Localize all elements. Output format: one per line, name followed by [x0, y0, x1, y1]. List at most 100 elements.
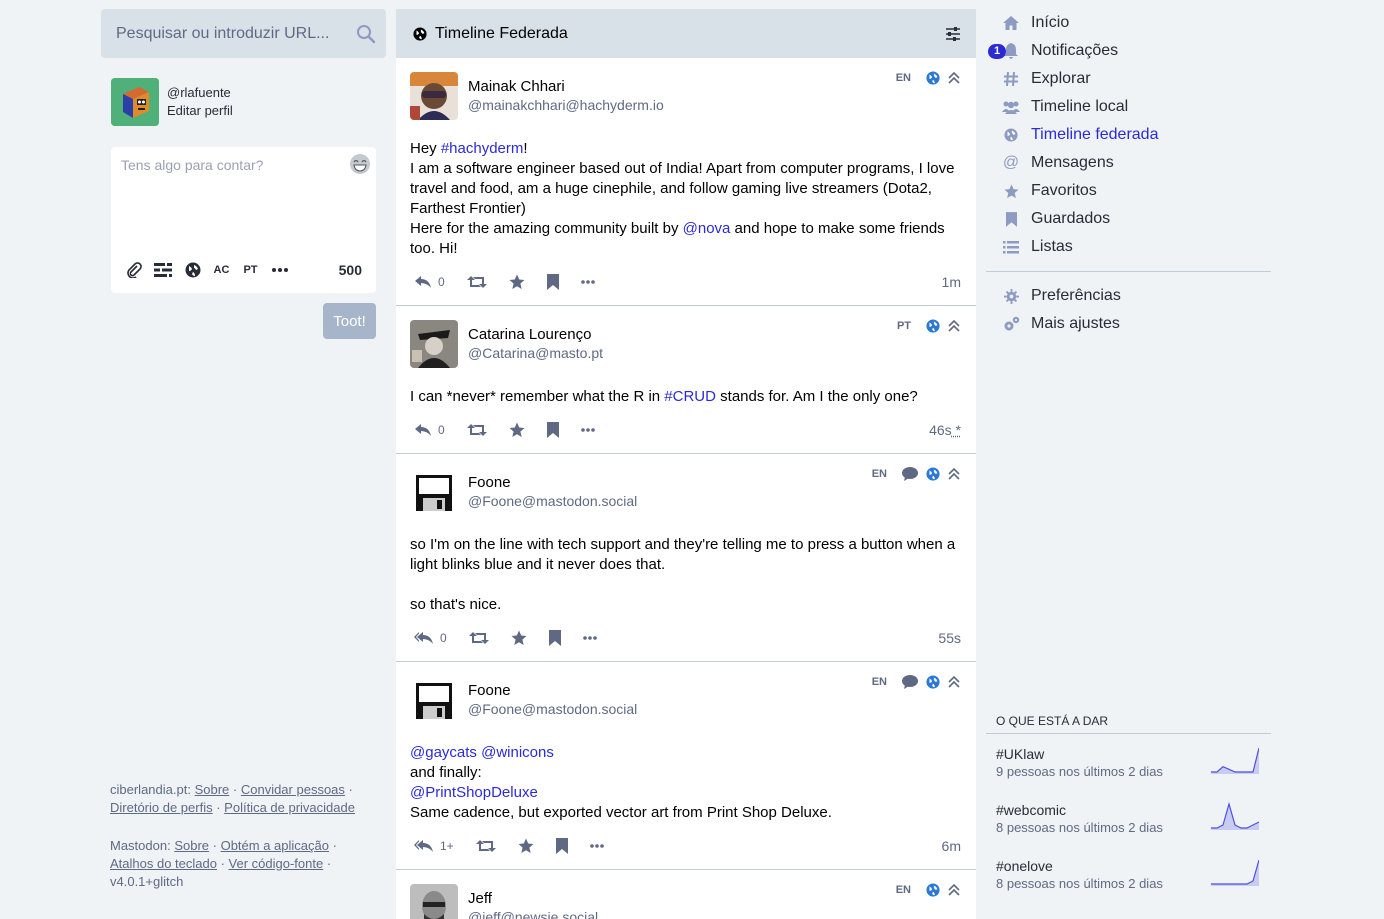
collapse-chevron-icon[interactable] — [948, 468, 960, 480]
account-handle[interactable]: @Catarina@masto.pt — [468, 344, 603, 362]
status-timestamp[interactable]: 6m — [942, 838, 961, 854]
column-settings-icon[interactable] — [945, 26, 961, 42]
footer-source-link[interactable]: Ver código-fonte — [229, 856, 324, 871]
status-card[interactable]: Foone @Foone@mastodon.social EN so I'm o… — [396, 454, 976, 662]
users-icon — [1002, 98, 1020, 116]
status-timestamp[interactable]: 55s — [938, 630, 961, 646]
display-name[interactable]: Mainak Chhari — [468, 78, 664, 96]
account-handle[interactable]: @Foone@mastodon.social — [468, 492, 637, 510]
more-icon[interactable] — [580, 280, 595, 284]
more-icon[interactable] — [589, 844, 604, 848]
display-name[interactable]: Jeff — [468, 890, 598, 908]
more-icon[interactable] — [582, 636, 597, 640]
trend-item[interactable]: #webcomic 8 pessoas nos últimos 2 dias — [986, 790, 1271, 846]
hashtag-link[interactable]: #CRUD — [664, 388, 716, 405]
hashtag-link[interactable]: #hachyderm — [441, 140, 524, 157]
nav-home[interactable]: Início — [986, 9, 1271, 37]
boost-icon[interactable] — [468, 631, 489, 645]
avatar[interactable] — [410, 320, 458, 368]
status-card[interactable]: Foone @Foone@mastodon.social EN @gaycats… — [396, 662, 976, 870]
nav-bookmarks[interactable]: Guardados — [986, 205, 1271, 233]
bookmark-icon[interactable] — [548, 630, 561, 646]
reply-button[interactable]: 0 — [414, 423, 445, 437]
collapse-chevron-icon[interactable] — [948, 72, 960, 84]
globe-privacy-icon[interactable] — [184, 261, 201, 279]
account-handle[interactable]: @jeff@newsie.social — [468, 908, 598, 919]
footer-shortcuts-link[interactable]: Atalhos do teclado — [110, 856, 217, 871]
avatar[interactable] — [410, 676, 458, 724]
column-title: Timeline Federada — [435, 24, 568, 42]
account-handle[interactable]: @Foone@mastodon.social — [468, 700, 637, 718]
avatar[interactable] — [111, 78, 159, 126]
trend-item[interactable]: #onelove 8 pessoas nos últimos 2 dias — [986, 846, 1271, 902]
edit-profile-link[interactable]: Editar perfil — [167, 102, 233, 120]
favourite-star-icon[interactable] — [511, 630, 527, 646]
favourite-star-icon[interactable] — [518, 838, 534, 854]
account-info: @rlafuente Editar perfil — [167, 84, 233, 120]
status-timestamp[interactable]: 1m — [942, 274, 961, 290]
nav-lists[interactable]: Listas — [986, 233, 1271, 261]
sparkline-line — [1211, 747, 1259, 773]
mention-link[interactable]: @winicons — [481, 744, 554, 761]
avatar[interactable] — [410, 884, 458, 919]
favourite-star-icon[interactable] — [509, 422, 525, 438]
mention-link[interactable]: @nova — [683, 220, 731, 237]
display-name[interactable]: Catarina Lourenço — [468, 326, 603, 344]
collapse-chevron-icon[interactable] — [948, 676, 960, 688]
reply-button[interactable]: 0 — [414, 275, 445, 289]
footer-about-link[interactable]: Sobre — [195, 782, 230, 797]
compose-textarea[interactable] — [111, 147, 376, 247]
favourite-star-icon[interactable] — [509, 274, 525, 290]
more-icon[interactable] — [580, 428, 595, 432]
public-visibility-icon — [926, 319, 940, 333]
account-handle[interactable]: @rlafuente — [167, 84, 233, 102]
footer-directory-link[interactable]: Diretório de perfis — [110, 800, 213, 815]
boost-icon[interactable] — [466, 423, 487, 437]
footer-invite-link[interactable]: Convidar pessoas — [241, 782, 345, 797]
column-header[interactable]: Timeline Federada — [396, 9, 976, 58]
status-timestamp[interactable]: 46s * — [929, 422, 961, 438]
mention-link[interactable]: @PrintShopDeluxe — [410, 784, 538, 801]
footer-mastodon-about-link[interactable]: Sobre — [174, 838, 209, 853]
status-card[interactable]: Catarina Lourenço @Catarina@masto.pt PT … — [396, 306, 976, 454]
reply-all-button[interactable]: 0 — [414, 631, 447, 645]
poll-icon[interactable] — [154, 261, 172, 279]
nav-lists-label: Listas — [1031, 238, 1073, 255]
attachment-icon[interactable] — [125, 261, 142, 279]
nav-explore[interactable]: Explorar — [986, 65, 1271, 93]
language-button[interactable]: PT — [242, 261, 259, 279]
footer-get-app-link[interactable]: Obtém a aplicação — [221, 838, 329, 853]
avatar[interactable] — [410, 468, 458, 516]
nav-favourites[interactable]: Favoritos — [986, 177, 1271, 205]
boost-icon[interactable] — [475, 839, 496, 853]
search-input[interactable] — [101, 9, 386, 58]
nav-notifications[interactable]: 1 Notificações — [986, 37, 1271, 65]
search-icon[interactable] — [356, 24, 376, 44]
collapse-chevron-icon[interactable] — [948, 884, 960, 896]
nav-local-timeline[interactable]: Timeline local — [986, 93, 1271, 121]
account-handle[interactable]: @mainakchhari@hachyderm.io — [468, 96, 664, 114]
collapse-chevron-icon[interactable] — [948, 320, 960, 332]
status-card[interactable]: Jeff @jeff@newsie.social EN — [396, 870, 976, 919]
nav-messages[interactable]: @ Mensagens — [986, 149, 1271, 177]
emoji-picker-icon[interactable] — [349, 153, 371, 175]
display-name[interactable]: Foone — [468, 682, 637, 700]
nav-more-settings[interactable]: Mais ajustes — [986, 310, 1271, 338]
nav-federated-timeline[interactable]: Timeline federada — [986, 121, 1271, 149]
more-options-icon[interactable] — [271, 261, 288, 279]
bookmark-icon[interactable] — [546, 422, 559, 438]
nav-preferences[interactable]: Preferências — [986, 282, 1271, 310]
display-name[interactable]: Foone — [468, 474, 637, 492]
trend-item[interactable]: #UKlaw 9 pessoas nos últimos 2 dias — [986, 734, 1271, 790]
bookmark-icon[interactable] — [555, 838, 568, 854]
content-warning-button[interactable]: AC — [213, 261, 230, 279]
edited-indicator[interactable]: * — [952, 422, 961, 438]
mention-link[interactable]: @gaycats — [410, 744, 477, 761]
toot-button[interactable]: Toot! — [323, 303, 376, 339]
reply-all-button[interactable]: 1+ — [414, 839, 454, 853]
bookmark-icon[interactable] — [546, 274, 559, 290]
boost-icon[interactable] — [466, 275, 487, 289]
footer-privacy-link[interactable]: Política de privacidade — [224, 800, 355, 815]
status-card[interactable]: Mainak Chhari @mainakchhari@hachyderm.io… — [396, 58, 976, 306]
avatar[interactable] — [410, 72, 458, 120]
